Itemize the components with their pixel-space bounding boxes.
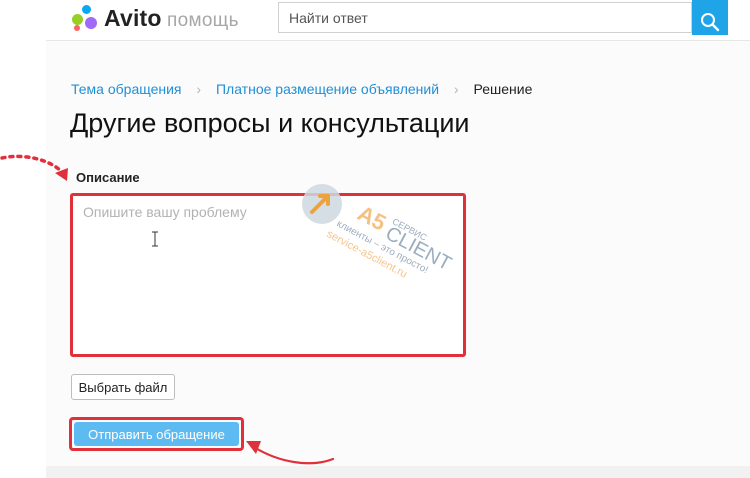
avito-logo-icon[interactable] (72, 5, 98, 31)
header: Avito помощь (46, 0, 750, 41)
page: Avito помощь Тема обращения › Платное ра… (46, 0, 750, 466)
watermark-logo: A5 СЕРВИС CLIENT клиенты – это просто! s… (302, 184, 455, 281)
chevron-right-icon: › (453, 81, 459, 97)
submit-request-button[interactable]: Отправить обращение (74, 422, 239, 446)
chevron-right-icon: › (196, 81, 202, 97)
search-input[interactable] (278, 2, 692, 33)
brand-name[interactable]: Avito (104, 5, 162, 32)
page-title: Другие вопросы и консультации (70, 108, 470, 138)
submit-highlight: Отправить обращение (69, 417, 244, 451)
choose-file-button[interactable]: Выбрать файл (71, 374, 175, 400)
breadcrumb-paid-placement[interactable]: Платное размещение объявлений (216, 81, 439, 97)
bottom-strip (46, 466, 750, 478)
breadcrumb-topic[interactable]: Тема обращения (71, 81, 182, 97)
search-icon (701, 12, 720, 31)
breadcrumb-current: Решение (473, 81, 533, 97)
help-section-label[interactable]: помощь (167, 10, 239, 32)
breadcrumb: Тема обращения › Платное размещение объя… (71, 81, 532, 97)
description-label: Описание (76, 170, 140, 185)
search-button[interactable] (692, 0, 728, 35)
left-gutter (0, 0, 46, 478)
text-cursor-icon (152, 231, 158, 247)
